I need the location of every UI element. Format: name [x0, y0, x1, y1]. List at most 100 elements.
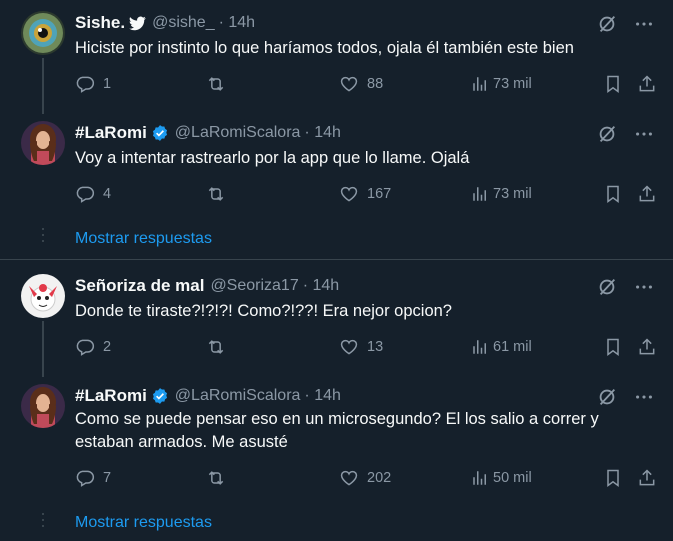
avatar[interactable] — [21, 121, 65, 165]
tweet-text: Donde te tiraste?!?!?! Como?!??! Era nej… — [75, 302, 452, 320]
timestamp[interactable]: · 14h — [304, 387, 340, 405]
heart-icon — [340, 186, 358, 202]
reply-button[interactable]: 2 — [75, 337, 111, 357]
avatar[interactable] — [21, 384, 65, 428]
retweet-icon — [208, 471, 224, 485]
like-button[interactable]: 167 — [339, 184, 391, 204]
tweet-actions: 2 13 61 mil — [75, 337, 655, 359]
more-options-icon[interactable] — [633, 13, 655, 35]
like-button[interactable]: 202 — [339, 468, 391, 488]
reply-button[interactable]: 4 — [75, 184, 111, 204]
heart-icon — [340, 76, 358, 92]
display-name[interactable]: Señoriza de mal — [75, 276, 204, 296]
view-count: 61 mil — [493, 339, 532, 355]
thread-line — [42, 58, 44, 114]
display-name[interactable]: #LaRomi — [75, 386, 147, 406]
timestamp[interactable]: · 14h — [303, 277, 339, 295]
reply-button[interactable]: 7 — [75, 468, 111, 488]
display-name[interactable]: #LaRomi — [75, 123, 147, 143]
views-chart-icon — [473, 187, 486, 201]
more-options-icon[interactable] — [633, 386, 655, 408]
bookmark-button[interactable] — [603, 74, 623, 94]
retweet-icon — [208, 340, 224, 354]
reply-count: 1 — [103, 76, 112, 92]
user-handle[interactable]: @sishe_ — [152, 14, 215, 32]
reply-count: 2 — [103, 339, 112, 355]
like-button[interactable]: 13 — [339, 337, 383, 357]
share-icon — [639, 75, 655, 92]
thread-dots — [42, 513, 44, 531]
views-button[interactable]: 61 mil — [471, 337, 532, 357]
like-count: 167 — [367, 186, 392, 202]
share-icon — [639, 338, 655, 355]
bookmark-button[interactable] — [603, 337, 623, 357]
bookmark-icon — [607, 185, 619, 203]
tweet-text: Hiciste por instinto lo que haríamos tod… — [75, 39, 574, 57]
retweet-button[interactable] — [205, 337, 227, 357]
tweet-text: Voy a intentar rastrearlo por la app que… — [75, 149, 470, 167]
timestamp[interactable]: · 14h — [219, 14, 255, 32]
bookmark-icon — [607, 469, 619, 487]
bookmark-button[interactable] — [603, 468, 623, 488]
tweet-header: Señoriza de mal @Seoriza17 · 14h — [75, 275, 339, 297]
share-button[interactable] — [637, 74, 657, 94]
user-handle[interactable]: @LaRomiScalora — [175, 387, 301, 405]
timestamp[interactable]: · 14h — [304, 124, 340, 142]
views-chart-icon — [473, 340, 486, 354]
mute-icon[interactable] — [596, 276, 618, 298]
reply-button[interactable]: 1 — [75, 74, 111, 94]
more-options-icon[interactable] — [633, 276, 655, 298]
avatar[interactable] — [21, 11, 65, 55]
tweet-actions: 7 202 50 mil — [75, 468, 655, 490]
reply-icon — [76, 76, 95, 93]
reply-icon — [76, 470, 95, 487]
view-count: 50 mil — [493, 470, 532, 486]
bookmark-button[interactable] — [603, 184, 623, 204]
user-handle[interactable]: @LaRomiScalora — [175, 124, 301, 142]
thread-dots — [42, 228, 44, 246]
show-replies-link[interactable]: Mostrar respuestas — [75, 230, 212, 248]
views-chart-icon — [473, 77, 486, 91]
share-icon — [639, 469, 655, 486]
reply-count: 7 — [103, 470, 112, 486]
verified-badge-icon — [151, 124, 169, 142]
display-name[interactable]: Sishe. — [75, 13, 125, 33]
share-icon — [639, 185, 655, 202]
view-count: 73 mil — [493, 76, 532, 92]
show-replies-link[interactable]: Mostrar respuestas — [75, 514, 212, 532]
verified-badge-icon — [151, 387, 169, 405]
share-button[interactable] — [637, 184, 657, 204]
heart-icon — [340, 339, 358, 355]
bookmark-icon — [607, 338, 619, 356]
heart-icon — [340, 470, 358, 486]
user-handle[interactable]: @Seoriza17 — [210, 277, 298, 295]
views-chart-icon — [473, 471, 486, 485]
tweet-header: Sishe. @sishe_ · 14h — [75, 12, 255, 34]
like-count: 88 — [367, 76, 384, 92]
retweet-button[interactable] — [205, 74, 227, 94]
like-button[interactable]: 88 — [339, 74, 383, 94]
share-button[interactable] — [637, 468, 657, 488]
reply-count: 4 — [103, 186, 112, 202]
retweet-icon — [208, 77, 224, 91]
tweet-text: Como se puede pensar eso en un microsegu… — [75, 410, 599, 451]
like-count: 13 — [367, 339, 384, 355]
tweet-header: #LaRomi @LaRomiScalora · 14h — [75, 122, 341, 144]
tweet-actions: 4 167 73 mil — [75, 184, 655, 206]
views-button[interactable]: 73 mil — [471, 74, 532, 94]
mute-icon[interactable] — [596, 13, 618, 35]
views-button[interactable]: 50 mil — [471, 468, 532, 488]
mute-icon[interactable] — [596, 123, 618, 145]
retweet-button[interactable] — [205, 468, 227, 488]
tweet-actions: 1 88 73 mil — [75, 74, 655, 96]
like-count: 202 — [367, 470, 392, 486]
retweet-button[interactable] — [205, 184, 227, 204]
avatar[interactable] — [21, 274, 65, 318]
thread-line — [42, 321, 44, 377]
mute-icon[interactable] — [596, 386, 618, 408]
divider — [0, 259, 673, 260]
reply-icon — [76, 339, 95, 356]
views-button[interactable]: 73 mil — [471, 184, 532, 204]
more-options-icon[interactable] — [633, 123, 655, 145]
share-button[interactable] — [637, 337, 657, 357]
